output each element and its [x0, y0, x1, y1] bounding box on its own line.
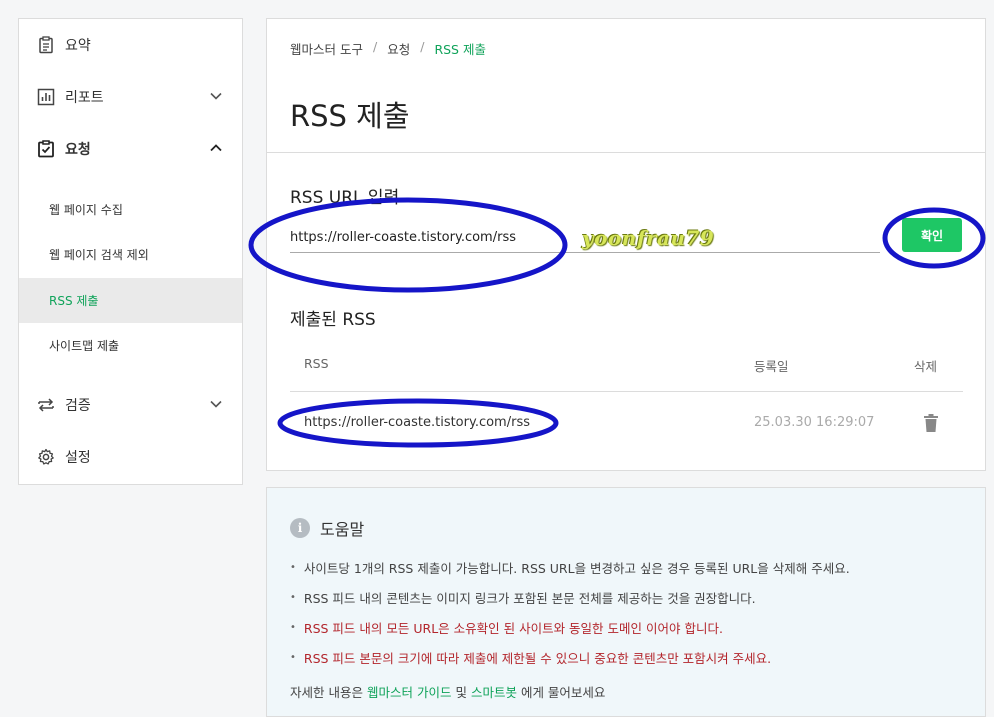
- sidebar-item-label: 요약: [65, 38, 91, 54]
- page-title: RSS 제출: [290, 99, 410, 133]
- chevron-up-icon: [210, 144, 222, 152]
- breadcrumb: 웹마스터 도구 / 요청 / RSS 제출: [290, 39, 486, 58]
- rss-submit-panel: 웹마스터 도구 / 요청 / RSS 제출 RSS 제출 RSS URL 입력 …: [266, 18, 986, 471]
- chevron-down-icon: [210, 400, 222, 408]
- sidebar-subitem-label: 웹 페이지 수집: [49, 203, 123, 217]
- help-item-warning: RSS 피드 내의 모든 URL은 소유확인 된 사이트와 동일한 도메인 이어…: [290, 612, 850, 642]
- bar-chart-icon: [37, 88, 55, 106]
- help-title-text: 도움말: [320, 520, 365, 539]
- smartbot-link[interactable]: 스마트봇: [471, 685, 517, 700]
- info-icon: i: [290, 518, 310, 538]
- sidebar-item-label: 리포트: [65, 90, 104, 106]
- chevron-down-icon: [210, 92, 222, 100]
- gear-icon: [37, 448, 55, 466]
- sidebar-item-label: 검증: [65, 398, 91, 414]
- help-footer-text: 에게 물어보세요: [520, 685, 606, 700]
- help-title: i 도움말: [290, 516, 364, 540]
- help-item: 사이트당 1개의 RSS 제출이 가능합니다. RSS URL을 변경하고 싶은…: [290, 552, 850, 582]
- breadcrumb-current: RSS 제출: [434, 42, 486, 57]
- column-header-date: 등록일: [754, 359, 789, 374]
- table-header-divider: [290, 391, 963, 392]
- breadcrumb-item[interactable]: 웹마스터 도구: [290, 39, 363, 58]
- sidebar: 요약 리포트 요청 웹 페이지 수집 웹 페이지 검색 제외 RSS 제출 사이…: [18, 18, 243, 485]
- help-footer: 자세한 내용은 웹마스터 가이드 및 스마트봇 에게 물어보세요: [290, 682, 605, 701]
- column-header-delete: 삭제: [914, 359, 938, 374]
- sidebar-subitem-label: RSS 제출: [49, 294, 99, 308]
- sidebar-item-summary[interactable]: 요약: [19, 19, 242, 71]
- help-list: 사이트당 1개의 RSS 제출이 가능합니다. RSS URL을 변경하고 싶은…: [290, 552, 850, 672]
- submitted-rss-url: https://roller-coaste.tistory.com/rss: [304, 415, 530, 430]
- clipboard-list-icon: [37, 36, 55, 54]
- sidebar-item-settings[interactable]: 설정: [19, 431, 242, 483]
- swap-arrows-icon: [37, 396, 55, 414]
- help-footer-text: 자세한 내용은: [290, 685, 363, 700]
- sidebar-subitem-label: 사이트맵 제출: [49, 339, 120, 353]
- divider: [267, 152, 985, 153]
- breadcrumb-separator: /: [372, 39, 378, 54]
- confirm-button[interactable]: 확인: [902, 218, 962, 252]
- sidebar-item-verify[interactable]: 검증: [19, 379, 242, 431]
- trash-icon[interactable]: [922, 413, 940, 433]
- sidebar-item-request[interactable]: 요청: [19, 123, 242, 175]
- sidebar-subitem-web-crawl[interactable]: 웹 페이지 수집: [19, 187, 242, 232]
- sidebar-subitem-sitemap-submit[interactable]: 사이트맵 제출: [19, 323, 242, 368]
- sidebar-subitem-web-exclude[interactable]: 웹 페이지 검색 제외: [19, 232, 242, 277]
- breadcrumb-item[interactable]: 요청: [387, 39, 410, 58]
- breadcrumb-separator: /: [420, 39, 425, 54]
- watermark-text: yoonfrau79: [582, 226, 715, 250]
- webmaster-guide-link[interactable]: 웹마스터 가이드: [367, 685, 451, 700]
- help-panel: i 도움말 사이트당 1개의 RSS 제출이 가능합니다. RSS URL을 변…: [266, 487, 986, 717]
- help-item-warning: RSS 피드 본문의 크기에 따라 제출에 제한될 수 있으니 중요한 콘텐츠만…: [290, 642, 850, 672]
- sidebar-subitem-rss-submit[interactable]: RSS 제출: [19, 278, 242, 323]
- rss-url-input-title: RSS URL 입력: [290, 188, 400, 208]
- submitted-rss-date: 25.03.30 16:29:07: [754, 415, 875, 430]
- help-item: RSS 피드 내의 콘텐츠는 이미지 링크가 포함된 본문 전체를 제공하는 것…: [290, 582, 850, 612]
- sidebar-item-label: 설정: [65, 450, 91, 466]
- sidebar-item-report[interactable]: 리포트: [19, 71, 242, 123]
- sidebar-item-label: 요청: [65, 142, 91, 158]
- clipboard-check-icon: [37, 140, 55, 158]
- help-footer-text: 및: [455, 685, 467, 700]
- column-header-rss: RSS: [304, 356, 329, 371]
- submitted-rss-title: 제출된 RSS: [290, 310, 376, 330]
- sidebar-subitem-label: 웹 페이지 검색 제외: [49, 248, 149, 262]
